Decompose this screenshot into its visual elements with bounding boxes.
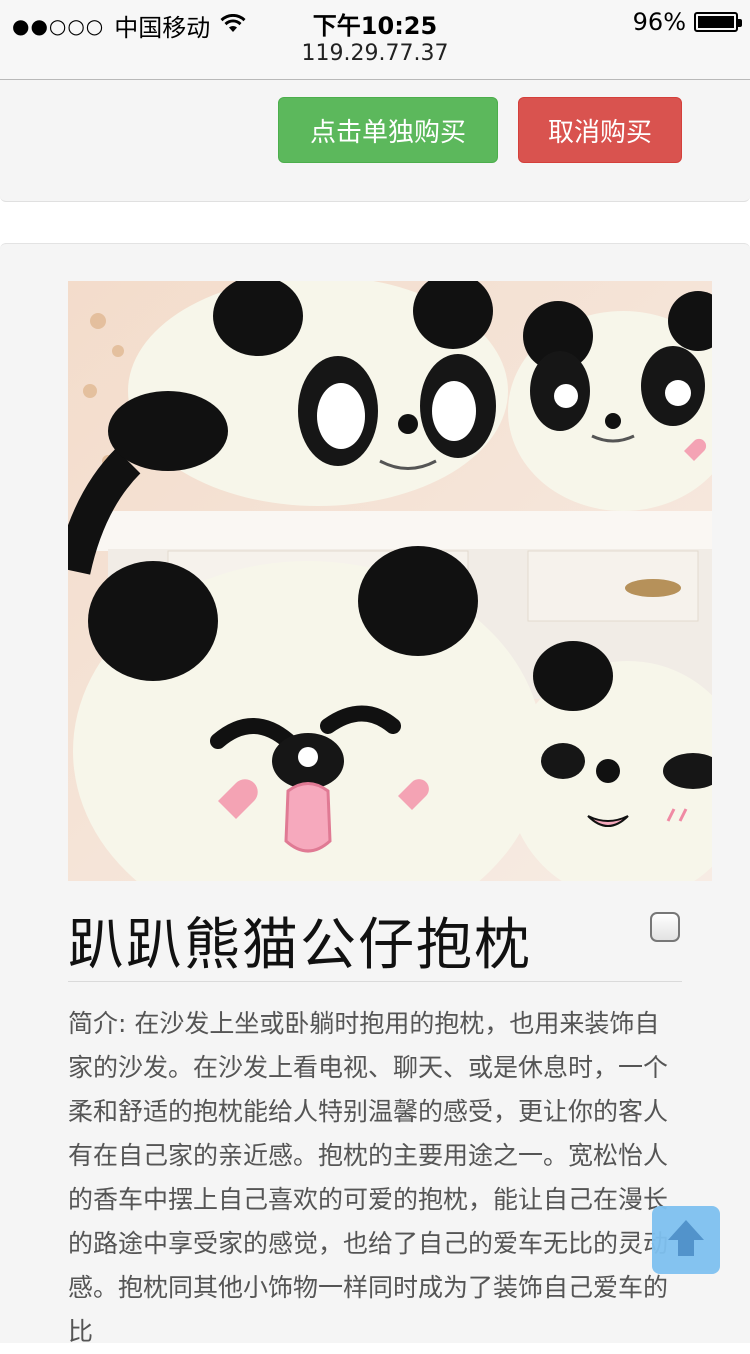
- address-url[interactable]: 119.29.77.37: [0, 41, 750, 66]
- cancel-purchase-button[interactable]: 取消购买: [518, 97, 682, 163]
- arrow-up-icon: [664, 1216, 708, 1264]
- buy-single-button[interactable]: 点击单独购买: [278, 97, 498, 163]
- back-to-top-button[interactable]: [652, 1206, 720, 1274]
- product-image: [68, 281, 712, 881]
- title-divider: [68, 981, 682, 982]
- status-right: 96%: [632, 8, 742, 36]
- status-bar: ●●○○○ 中国移动 下午10:25 119.29.77.37 96%: [0, 0, 750, 80]
- select-product-checkbox[interactable]: [650, 912, 680, 942]
- battery-percent: 96%: [632, 8, 686, 36]
- product-description: 简介: 在沙发上坐或卧躺时抱用的抱枕，也用来装饰自家的沙发。在沙发上看电视、聊天…: [68, 1009, 669, 1346]
- product-title: 趴趴熊猫公仔抱枕: [68, 913, 532, 978]
- purchase-actions-panel: 点击单独购买 取消购买: [0, 80, 750, 202]
- battery-icon: [694, 12, 742, 32]
